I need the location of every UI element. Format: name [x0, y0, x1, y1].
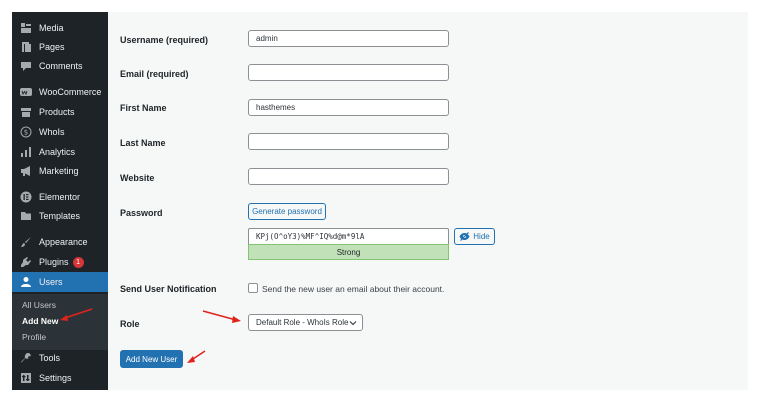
role-select[interactable]: Default Role - WhoIs Role: [248, 314, 363, 331]
sidebar-item-woocommerce[interactable]: WooCommerce: [12, 82, 108, 102]
dollar-icon: $: [20, 126, 32, 138]
hide-label: Hide: [473, 232, 490, 241]
sidebar-item-users[interactable]: Users: [12, 272, 108, 292]
brush-icon: [20, 236, 32, 248]
username-label: Username (required): [120, 35, 209, 45]
sidebar-item-label: Analytics: [39, 147, 76, 157]
email-field[interactable]: [248, 64, 449, 81]
sidebar-item-label: Products: [39, 107, 75, 117]
sidebar-item-appearance[interactable]: Appearance: [12, 232, 108, 252]
submenu-item-add-new[interactable]: Add New: [22, 316, 58, 326]
sidebar-item-label: Users: [39, 277, 63, 287]
send-notification-description: Send the new user an email about their a…: [262, 284, 445, 294]
sidebar-item-label: Media: [39, 23, 64, 33]
users-icon: [20, 276, 32, 288]
submenu-item-profile[interactable]: Profile: [22, 332, 46, 342]
username-field[interactable]: admin: [248, 30, 449, 47]
woocommerce-icon: [20, 86, 32, 98]
eye-slash-icon: [459, 232, 470, 241]
last-name-field[interactable]: [248, 133, 449, 150]
sidebar-item-media[interactable]: Media: [12, 18, 108, 38]
sidebar-item-label: Marketing: [39, 166, 79, 176]
sidebar-item-label: Pages: [39, 42, 65, 52]
analytics-icon: [20, 146, 32, 158]
megaphone-icon: [20, 165, 32, 177]
chevron-down-icon: [349, 319, 357, 329]
send-notification-checkbox[interactable]: [248, 283, 258, 293]
sidebar-item-plugins[interactable]: Plugins 1: [12, 252, 108, 272]
sidebar-item-label: Appearance: [39, 237, 88, 247]
sidebar-item-label: WhoIs: [39, 127, 65, 137]
elementor-icon: [20, 191, 32, 203]
sidebar-item-analytics[interactable]: Analytics: [12, 142, 108, 162]
sidebar-item-whois[interactable]: $ WhoIs: [12, 122, 108, 142]
folder-icon: [20, 210, 32, 222]
send-notification-label: Send User Notification: [120, 284, 217, 294]
website-label: Website: [120, 173, 155, 183]
sidebar-item-elementor[interactable]: Elementor: [12, 187, 108, 207]
sidebar-item-label: Tools: [39, 353, 61, 363]
website-field[interactable]: [248, 168, 449, 185]
sidebar-item-marketing[interactable]: Marketing: [12, 161, 108, 181]
last-name-label: Last Name: [120, 138, 166, 148]
admin-sidebar: Media Pages Comments WooCommerce Product…: [12, 12, 108, 390]
sidebar-item-label: Plugins: [39, 257, 69, 267]
sidebar-item-settings[interactable]: Settings: [12, 368, 108, 388]
sidebar-item-label: WooCommerce: [39, 87, 102, 97]
settings-icon: [20, 372, 32, 384]
submenu-item-all-users[interactable]: All Users: [22, 300, 56, 310]
password-label: Password: [120, 208, 163, 218]
first-name-field[interactable]: hasthemes: [248, 99, 449, 116]
products-icon: [20, 106, 32, 118]
role-selected-value: Default Role - WhoIs Role: [256, 318, 349, 327]
sidebar-item-pages[interactable]: Pages: [12, 37, 108, 57]
media-icon: [20, 22, 32, 34]
users-submenu: All Users Add New Profile: [12, 294, 108, 350]
add-new-user-button[interactable]: Add New User: [120, 350, 183, 368]
wrench-icon: [20, 352, 32, 364]
password-strength-indicator: Strong: [248, 244, 449, 260]
sidebar-item-comments[interactable]: Comments: [12, 56, 108, 76]
pages-icon: [20, 41, 32, 53]
plugins-update-badge: 1: [72, 256, 84, 268]
sidebar-item-label: Elementor: [39, 192, 81, 202]
generate-password-button[interactable]: Generate password: [248, 203, 326, 220]
sidebar-item-label: Settings: [39, 373, 72, 383]
svg-text:$: $: [24, 129, 28, 137]
password-field[interactable]: KPj(O^oY3)%MF^IQ%d@m*9lA: [248, 228, 449, 245]
hide-password-button[interactable]: Hide: [454, 228, 495, 245]
sidebar-item-tools[interactable]: Tools: [12, 348, 108, 368]
sidebar-item-label: Templates: [39, 211, 81, 221]
add-user-form: Username (required) admin Email (require…: [108, 12, 748, 390]
sidebar-item-label: Comments: [39, 61, 83, 71]
sidebar-item-products[interactable]: Products: [12, 102, 108, 122]
comments-icon: [20, 60, 32, 72]
sidebar-item-templates[interactable]: Templates: [12, 206, 108, 226]
role-label: Role: [120, 319, 140, 329]
first-name-label: First Name: [120, 103, 167, 113]
plugin-icon: [20, 256, 32, 268]
email-label: Email (required): [120, 69, 189, 79]
